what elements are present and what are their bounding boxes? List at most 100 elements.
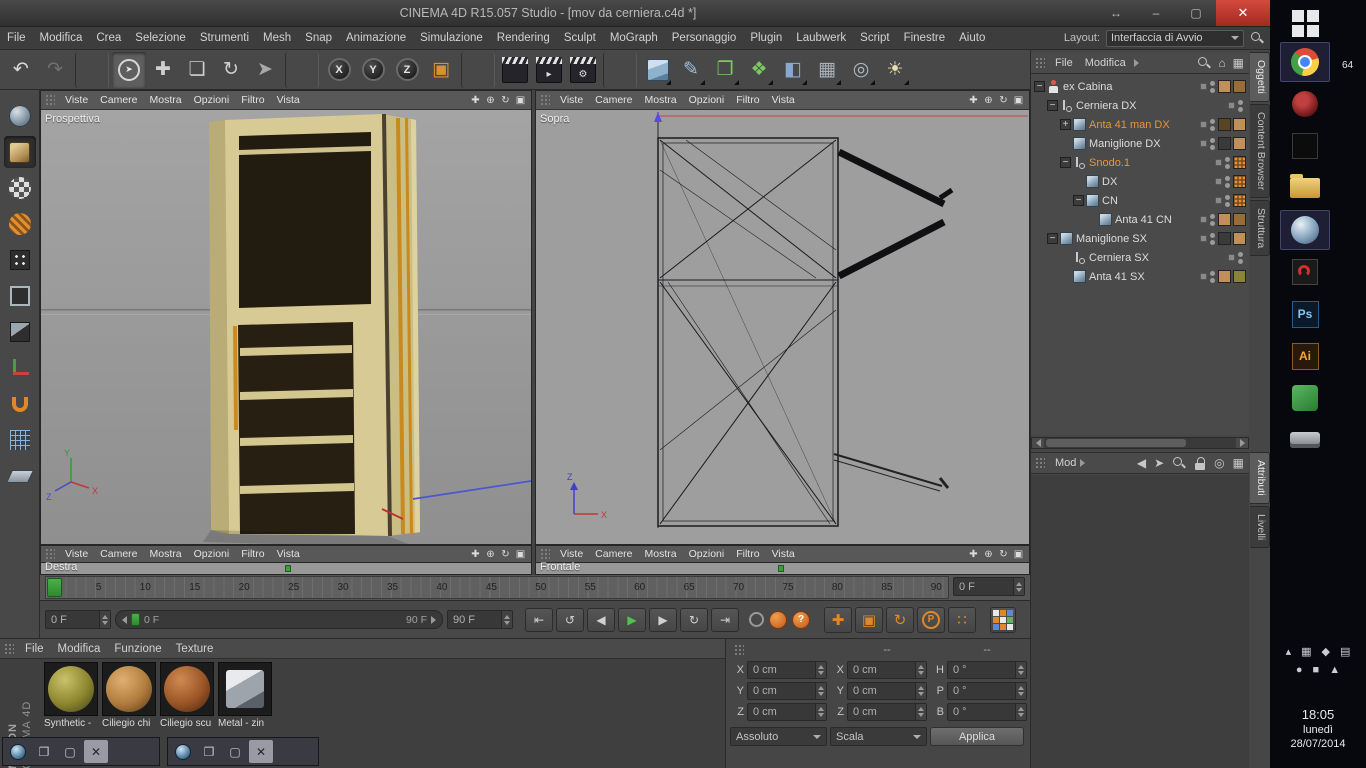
tray-icon[interactable]: ▤ [1340, 645, 1350, 658]
object-icon[interactable] [1060, 232, 1073, 245]
photoshop-icon[interactable]: Ps [1280, 294, 1330, 334]
menu-item[interactable]: Rendering [490, 32, 557, 44]
visibility-dots[interactable] [1210, 81, 1215, 93]
apply-button[interactable]: Applica [930, 727, 1024, 746]
panel-handle[interactable] [4, 643, 14, 655]
chrome-icon[interactable] [1280, 42, 1330, 82]
stepper[interactable] [1015, 704, 1026, 720]
grid-snap-icon[interactable] [4, 424, 36, 456]
visibility-dots[interactable] [1210, 119, 1215, 131]
texture-chip[interactable] [1233, 232, 1246, 245]
expand-toggle[interactable]: − [1047, 100, 1058, 111]
Synthetic -[interactable]: Synthetic - [44, 662, 100, 729]
menu-item[interactable]: Animazione [339, 32, 413, 44]
viewport-menu-item[interactable]: Camere [94, 94, 143, 106]
slider-left-arrow[interactable] [122, 616, 127, 624]
key-position-toggle[interactable]: ✚ [824, 607, 852, 633]
stepper[interactable] [99, 611, 110, 628]
menu-item[interactable]: Sculpt [557, 32, 603, 44]
object-icon[interactable] [1047, 80, 1060, 93]
last-tool-used[interactable]: ➤ [248, 52, 282, 88]
black-app-icon[interactable] [1280, 126, 1330, 166]
c4d-logo-icon[interactable] [171, 740, 195, 763]
menu-item[interactable]: Modifica [1079, 57, 1132, 69]
scroll-left-button[interactable] [1032, 438, 1044, 448]
panel-handle[interactable] [45, 94, 55, 106]
key-parameter-toggle[interactable]: P [917, 607, 945, 633]
lock-x-axis-button[interactable]: X [322, 52, 356, 88]
object-icon[interactable] [1073, 270, 1086, 283]
menu-item[interactable]: Finestre [897, 32, 953, 44]
menu-item[interactable]: Script [853, 32, 896, 44]
toolbar-separator[interactable] [285, 52, 319, 88]
search-icon[interactable] [1250, 31, 1264, 45]
viewport-menu-item[interactable]: Filtro [235, 548, 270, 560]
search-icon[interactable] [1172, 456, 1186, 470]
menu-item[interactable]: File [1049, 57, 1079, 69]
windows-start-button[interactable] [1280, 6, 1330, 40]
keyframe-help-button[interactable]: ? [792, 611, 810, 629]
coord-input[interactable]: 0 ° [947, 682, 1027, 700]
menu-overflow-icon[interactable] [1134, 59, 1139, 67]
zoom-view-icon[interactable]: ⊕ [483, 547, 498, 562]
next-key-button[interactable]: ↻ [680, 608, 708, 632]
home-icon[interactable]: ⌂ [1218, 56, 1225, 70]
viewport-menu-item[interactable]: Filtro [730, 94, 765, 106]
render-settings-button[interactable]: ⚙ [566, 52, 600, 88]
explorer-folder-icon[interactable] [1280, 168, 1330, 208]
Ciliegio chi[interactable]: Ciliegio chi [102, 662, 158, 729]
viewport-menu-item[interactable]: Viste [554, 548, 589, 560]
close-button[interactable]: ✕ [249, 740, 273, 763]
viewport-perspective[interactable]: VisteCamereMostraOpzioniFiltroVista ✚⊕↻▣… [40, 90, 532, 545]
viewport-canvas[interactable]: Sopra [536, 110, 1029, 544]
coordinate-system-button[interactable]: ▣ [424, 52, 458, 88]
viewport-menu-item[interactable]: Mostra [639, 548, 683, 560]
object-row[interactable]: Anta 41 CN [1031, 210, 1249, 229]
tray-icon[interactable]: ▲ [1329, 664, 1340, 676]
texture-chip[interactable] [1218, 270, 1231, 283]
model-mode-icon[interactable] [4, 136, 36, 168]
visibility-dots[interactable] [1238, 252, 1243, 264]
keyframe-selection-button[interactable] [990, 607, 1016, 633]
next-frame-button[interactable]: ▶ [649, 608, 677, 632]
panel-menu-icon[interactable]: ▦ [1233, 456, 1244, 470]
visibility-dots[interactable] [1225, 157, 1230, 169]
add-light-button[interactable]: ☀ [878, 52, 912, 88]
coord-input[interactable]: 0 cm [847, 682, 927, 700]
snap-magnet-icon[interactable] [4, 388, 36, 420]
object-row[interactable]: − Snodo.1 [1031, 153, 1249, 172]
coord-input[interactable]: 0 ° [947, 703, 1027, 721]
menu-item[interactable]: Snap [298, 32, 339, 44]
slider-frame-marker[interactable] [131, 613, 140, 626]
scale-tool[interactable]: ❏ [180, 52, 214, 88]
tray-icon[interactable]: ◆ [1322, 645, 1330, 658]
taskbar-clock[interactable]: 18:05 lunedì 28/07/2014 [1270, 707, 1366, 750]
panel-handle[interactable] [45, 548, 55, 560]
add-spline-button[interactable]: ✎ [674, 52, 708, 88]
target-icon[interactable]: ◎ [1214, 456, 1224, 470]
uv-mode-icon[interactable] [4, 208, 36, 240]
close-button[interactable]: ✕ [84, 740, 108, 763]
object-icon[interactable] [1086, 194, 1099, 207]
move-tool[interactable]: ✚ [146, 52, 180, 88]
window-icon[interactable]: ▢ [223, 740, 247, 763]
layout-select[interactable]: Interfaccia di Avvio [1106, 30, 1244, 47]
maximize-view-icon[interactable]: ▣ [513, 93, 528, 108]
current-frame-input[interactable]: 0 F [953, 577, 1025, 596]
panel-tab[interactable]: Oggetti [1250, 52, 1270, 102]
pan-view-icon[interactable]: ✚ [966, 93, 981, 108]
zoom-view-icon[interactable]: ⊕ [981, 93, 996, 108]
autokey-button[interactable] [769, 611, 787, 629]
coord-header[interactable]: -- [947, 644, 1027, 656]
undo-button[interactable]: ↶ [4, 52, 38, 88]
axis-mode-icon[interactable] [4, 352, 36, 384]
tag-square[interactable] [1200, 121, 1207, 128]
menu-item[interactable]: Simulazione [413, 32, 490, 44]
toolbar-separator[interactable] [603, 52, 637, 88]
object-row[interactable]: Anta 41 SX [1031, 267, 1249, 286]
workplane-icon[interactable] [4, 460, 36, 492]
material-preview[interactable] [102, 662, 156, 716]
rotate-tool[interactable]: ↻ [214, 52, 248, 88]
search-icon[interactable] [1197, 56, 1211, 70]
lock-z-axis-button[interactable]: Z [390, 52, 424, 88]
